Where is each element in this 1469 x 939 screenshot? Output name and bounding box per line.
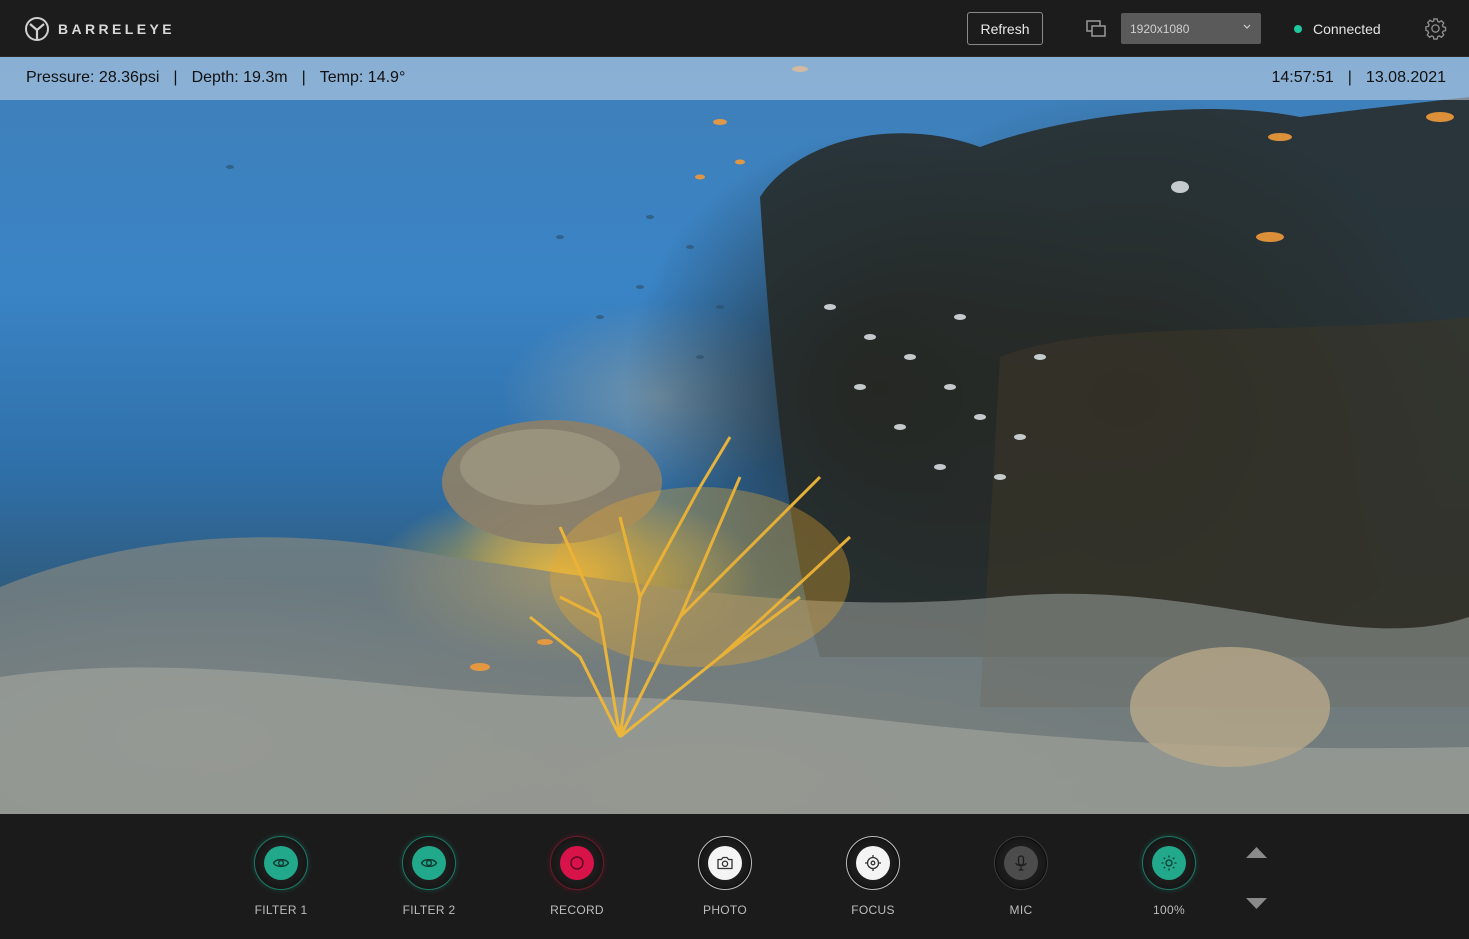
screens-icon[interactable] [1086,20,1106,38]
control-ring[interactable] [550,836,604,890]
video-feed[interactable]: Pressure: 28.36psi | Depth: 19.3m | Temp… [0,57,1469,814]
control-label: PHOTO [703,903,747,917]
camera-icon [717,856,733,870]
depth-reading: Depth: 19.3m [191,69,288,86]
status-dot [1294,25,1302,33]
control-core [1004,846,1038,880]
mic-button[interactable]: MIC [981,836,1061,917]
control-core [264,846,298,880]
barreleye-logo-icon [25,17,49,41]
control-ring[interactable] [846,836,900,890]
separator: | [1347,69,1352,86]
control-core [412,846,446,880]
pressure-reading: Pressure: 28.36psi [26,69,160,86]
arrow-down-icon[interactable] [1246,898,1267,909]
mic-icon [1015,855,1027,871]
filter-1-button[interactable]: FILTER 1 [241,836,321,917]
brightness-icon [1161,855,1177,871]
date-reading: 13.08.2021 [1365,69,1446,86]
chevron-down-icon [1243,24,1251,29]
control-core [708,846,742,880]
resolution-value: 1920x1080 [1130,21,1190,36]
control-label: 100% [1153,903,1185,917]
control-label: FOCUS [851,903,895,917]
record-icon [570,856,584,870]
eye-icon [420,858,438,868]
underwater-scene [0,66,1469,814]
filter-2-button[interactable]: FILTER 2 [389,836,469,917]
control-ring[interactable] [994,836,1048,890]
control-ring[interactable] [698,836,752,890]
brand: BARRELEYE [24,15,175,43]
control-label: FILTER 2 [402,903,456,917]
arrow-up-icon[interactable] [1246,847,1267,858]
control-ring[interactable] [402,836,456,890]
top-bar: BARRELEYE Refresh 1920x1080 Connected [0,0,1469,57]
separator: | [173,69,178,86]
record-button[interactable]: RECORD [537,836,617,917]
temp-reading: Temp: 14.9° [319,69,406,86]
crosshair-icon [865,855,881,871]
separator: | [301,69,306,86]
control-ring[interactable] [1142,836,1196,890]
control-core [856,846,890,880]
control-core [1152,846,1186,880]
telemetry-bar: Pressure: 28.36psi | Depth: 19.3m | Temp… [0,57,1469,100]
control-label: FILTER 1 [254,903,308,917]
gear-icon[interactable] [1424,17,1447,40]
control-label: MIC [1009,903,1033,917]
time-reading: 14:57:51 [1271,69,1334,86]
control-bar: FILTER 1 FILTER 2 RECORD PHOTO FOCUS MIC… [0,814,1469,939]
status-text: Connected [1313,21,1381,37]
control-ring[interactable] [254,836,308,890]
connection-status: Connected [1294,19,1381,39]
control-core [560,846,594,880]
brightness-button[interactable]: 100% [1129,836,1209,917]
telemetry-timestamp: 14:57:51 | 13.08.2021 [1271,69,1446,87]
control-label: RECORD [550,903,604,917]
refresh-button[interactable]: Refresh [967,12,1043,45]
resolution-select[interactable]: 1920x1080 [1121,13,1261,44]
eye-icon [272,858,290,868]
photo-button[interactable]: PHOTO [685,836,765,917]
focus-button[interactable]: FOCUS [833,836,913,917]
brand-name: BARRELEYE [58,21,175,37]
telemetry-readings: Pressure: 28.36psi | Depth: 19.3m | Temp… [26,69,405,87]
